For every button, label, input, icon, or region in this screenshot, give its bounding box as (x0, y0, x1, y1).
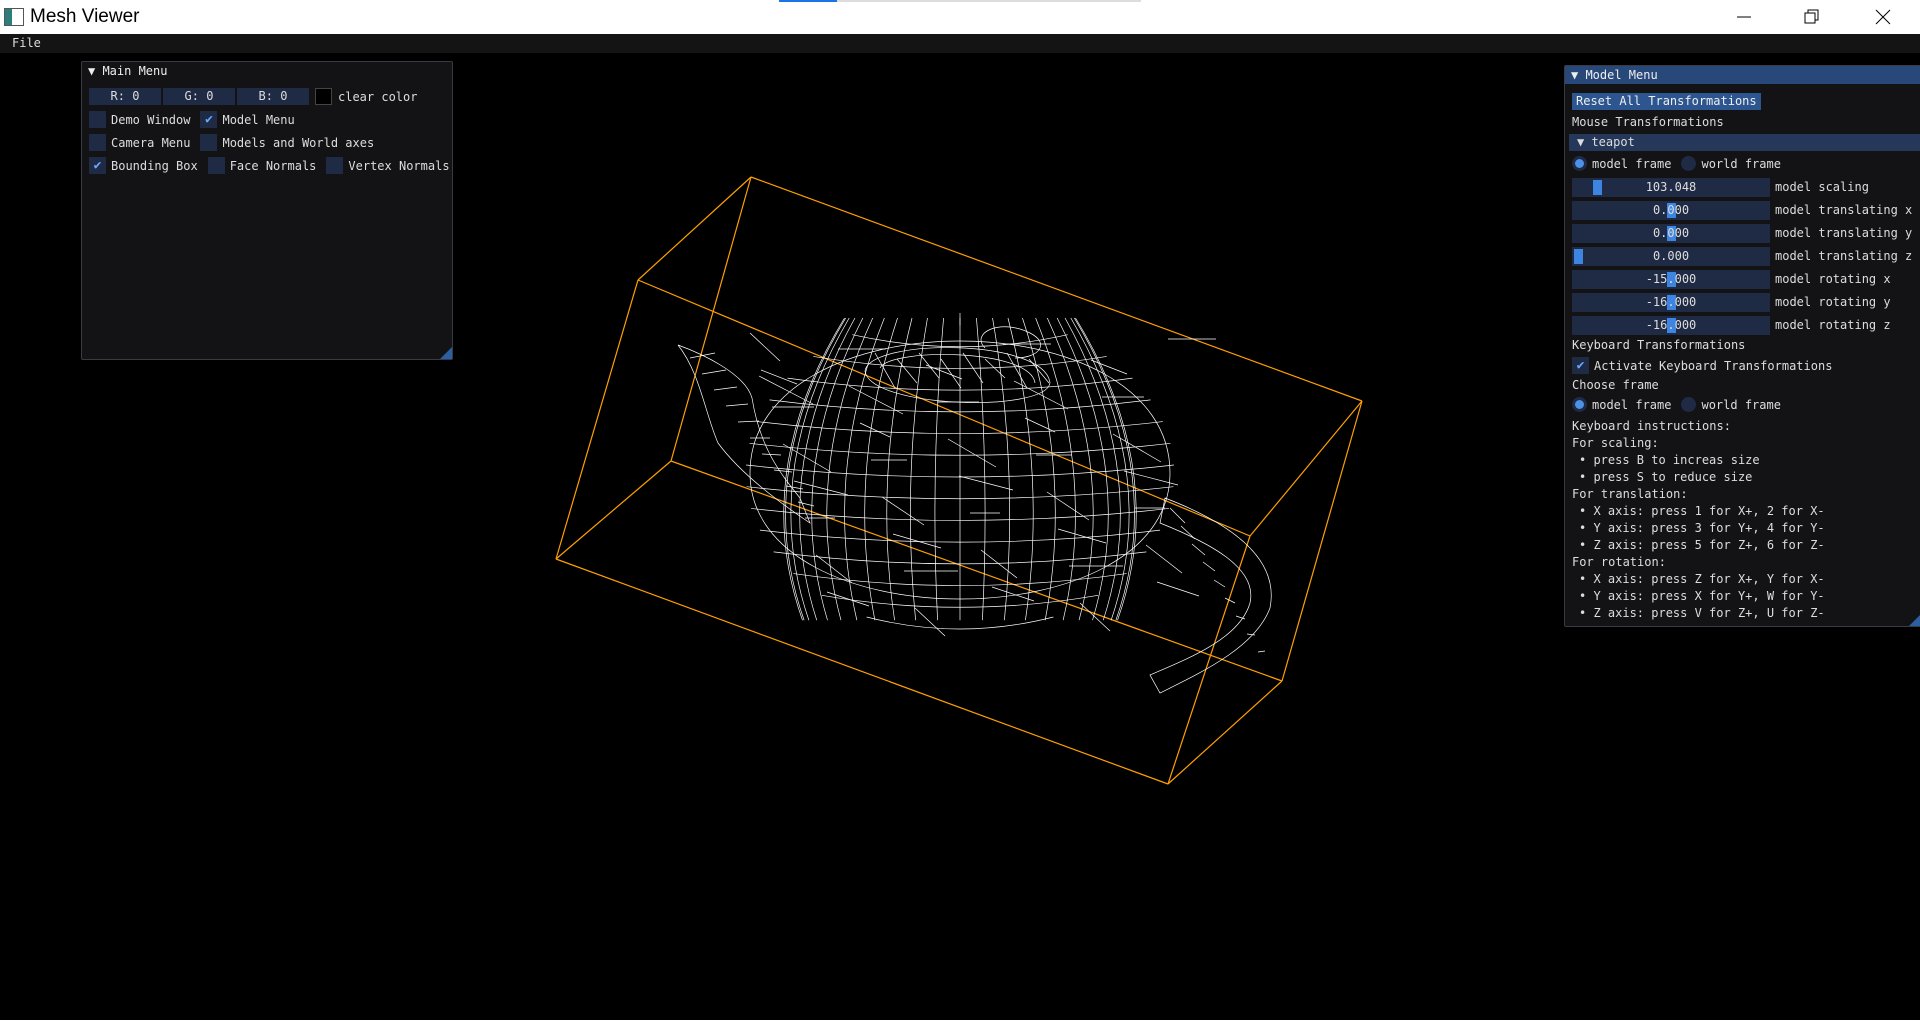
keyboard-model-frame-label: model frame (1592, 397, 1672, 412)
slider-value: 103.048 (1645, 180, 1697, 194)
minimize-icon (1737, 16, 1751, 18)
main-menu-panel[interactable]: ▼ Main Menu R: 0 G: 0 B: 0 clear color D… (81, 61, 453, 360)
resize-grip-icon[interactable] (1909, 614, 1920, 626)
slider-label: model rotating y (1775, 295, 1891, 309)
face-normals-checkbox[interactable] (207, 157, 225, 174)
face-normals-label: Face Normals (229, 158, 317, 173)
slider-value: 0.000 (1652, 203, 1690, 217)
instructions-heading: Keyboard instructions: (1572, 419, 1731, 433)
instruction-item: • Z axis: press 5 for Z+, 6 for Z- (1579, 538, 1825, 552)
scaling-heading: For scaling: (1572, 436, 1659, 450)
vertex-normals-label: Vertex Normals (348, 158, 450, 173)
demo-window-checkbox[interactable] (89, 111, 106, 128)
slider-field[interactable]: 103.048 (1572, 178, 1770, 197)
main-menu-title: Main Menu (102, 64, 168, 78)
instruction-item: • press S to reduce size (1579, 470, 1753, 484)
slider-field[interactable]: -15.000 (1572, 270, 1770, 289)
title-bar: Mesh Viewer (0, 0, 1920, 34)
model-menu-header[interactable]: ▼ Model Menu (1565, 66, 1920, 84)
slider-field[interactable]: 0.000 (1572, 247, 1770, 266)
blue-field[interactable]: B: 0 (237, 88, 309, 105)
slider-value: -15.000 (1645, 272, 1697, 286)
restore-button[interactable] (1782, 0, 1842, 34)
window-title: Mesh Viewer (30, 6, 140, 27)
bounding-box-label: Bounding Box (111, 158, 198, 173)
model-menu-checkbox[interactable]: ✔ (200, 111, 218, 128)
model-menu-panel[interactable]: ▼ Model Menu Reset All Transformations M… (1564, 65, 1920, 627)
demo-window-label: Demo Window (111, 112, 191, 127)
activate-keyboard-label: Activate Keyboard Transformations (1594, 358, 1833, 373)
camera-menu-checkbox[interactable] (89, 134, 106, 151)
instruction-item: • Y axis: press 3 for Y+, 4 for Y- (1579, 521, 1825, 535)
collapse-arrow-icon: ▼ (1571, 68, 1586, 82)
instruction-item: • Y axis: press X for Y+, W for Y- (1579, 589, 1825, 603)
keyboard-world-frame-label: world frame (1701, 397, 1781, 412)
slider-label: model translating x (1775, 203, 1913, 217)
keyboard-transformations-heading: Keyboard Transformations (1572, 338, 1746, 352)
instruction-item: • Z axis: press V for Z+, U for Z- (1579, 606, 1825, 620)
rotation-heading: For rotation: (1572, 555, 1666, 569)
menu-file[interactable]: File (6, 36, 47, 50)
tree-arrow-icon: ▼ (1577, 135, 1592, 149)
slider-value: -16.000 (1645, 295, 1697, 309)
slider-field[interactable]: -16.000 (1572, 316, 1770, 335)
collapse-arrow-icon: ▼ (88, 64, 103, 78)
slider-value: -16.000 (1645, 318, 1697, 332)
menu-bar: File (0, 34, 1920, 53)
slider-grab[interactable] (1574, 249, 1583, 264)
reset-all-button[interactable]: Reset All Transformations (1572, 93, 1761, 110)
bounding-box (555, 176, 1363, 785)
axes-checkbox[interactable] (200, 134, 218, 151)
red-field[interactable]: R: 0 (89, 88, 161, 105)
keyboard-model-frame-radio[interactable] (1572, 397, 1587, 412)
bounding-box-checkbox[interactable]: ✔ (89, 157, 106, 174)
clear-color-label: clear color (338, 89, 418, 104)
clear-color-swatch[interactable] (315, 88, 332, 105)
slider-field[interactable]: -16.000 (1572, 293, 1770, 312)
app-icon (4, 8, 24, 26)
close-button[interactable] (1853, 0, 1913, 34)
slider-label: model translating y (1775, 226, 1913, 240)
slider-label: model scaling (1775, 180, 1869, 194)
slider-label: model rotating x (1775, 272, 1891, 286)
mouse-transformations-heading: Mouse Transformations (1572, 115, 1724, 129)
activate-keyboard-checkbox[interactable]: ✔ (1572, 357, 1589, 374)
slider-grab[interactable] (1592, 180, 1602, 195)
slider-value: 0.000 (1652, 226, 1690, 240)
model-menu-label: Model Menu (222, 112, 295, 127)
progress-fill (779, 0, 837, 2)
mouse-world-frame-label: world frame (1701, 156, 1781, 171)
progress-bar (779, 0, 1141, 2)
green-field[interactable]: G: 0 (163, 88, 235, 105)
mouse-model-frame-radio[interactable] (1572, 156, 1587, 171)
slider-value: 0.000 (1652, 249, 1690, 263)
choose-frame-heading: Choose frame (1572, 378, 1659, 392)
teapot-tree-node[interactable]: ▼ teapot (1569, 134, 1920, 151)
close-icon (1875, 9, 1891, 25)
model-name: teapot (1591, 135, 1635, 149)
axes-label: Models and World axes (222, 135, 375, 150)
instruction-item: • press B to increas size (1579, 453, 1760, 467)
resize-grip-icon[interactable] (440, 347, 452, 359)
mouse-model-frame-label: model frame (1592, 156, 1672, 171)
slider-label: model rotating z (1775, 318, 1891, 332)
mouse-world-frame-radio[interactable] (1681, 156, 1697, 171)
instruction-item: • X axis: press 1 for X+, 2 for X- (1579, 504, 1825, 518)
slider-label: model translating z (1775, 249, 1913, 263)
slider-field[interactable]: 0.000 (1572, 201, 1770, 220)
model-menu-title: Model Menu (1585, 68, 1658, 82)
instruction-item: • X axis: press Z for X+, Y for X- (1579, 572, 1825, 586)
main-menu-header[interactable]: ▼ Main Menu (82, 62, 452, 80)
keyboard-world-frame-radio[interactable] (1681, 397, 1697, 412)
translation-heading: For translation: (1572, 487, 1688, 501)
slider-field[interactable]: 0.000 (1572, 224, 1770, 243)
camera-menu-label: Camera Menu (111, 135, 191, 150)
minimize-button[interactable] (1714, 0, 1774, 34)
restore-icon (1804, 9, 1819, 24)
vertex-normals-checkbox[interactable] (326, 157, 344, 174)
